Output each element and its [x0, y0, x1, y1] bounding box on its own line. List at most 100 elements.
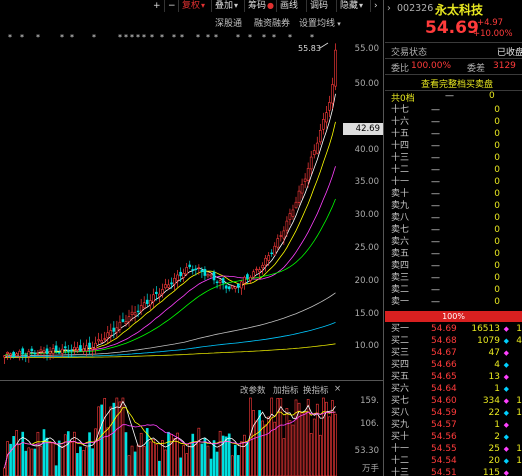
candle-body	[188, 264, 192, 268]
edit-params-button[interactable]: 改参数	[240, 384, 266, 396]
axis-label: 40.00	[354, 145, 379, 155]
candle-body	[151, 294, 155, 302]
total-levels-sep: —	[445, 91, 454, 101]
candle-body	[73, 346, 76, 350]
volume-bar	[151, 439, 155, 476]
buy-level-row[interactable]: 十三 54.51 115 ◆	[385, 467, 522, 476]
candle-body	[12, 351, 15, 357]
volume-bar	[94, 428, 97, 476]
volume-bar	[176, 432, 179, 476]
volume-bar	[54, 465, 58, 476]
scroll-right-icon[interactable]: ›	[370, 0, 381, 12]
status-label: 交易状态	[391, 48, 428, 58]
volume-bar	[206, 445, 210, 476]
event-star-icon: *	[20, 33, 24, 42]
candle-body	[240, 281, 243, 289]
volume-bar	[3, 467, 6, 476]
volume-chart[interactable]	[0, 396, 340, 476]
candle-body	[258, 269, 261, 273]
candle-body	[203, 269, 207, 276]
event-star-icon: *	[150, 33, 154, 42]
candle-body	[285, 220, 289, 231]
high-marker: 55.83	[298, 42, 329, 53]
status-value: 已收盘	[497, 48, 522, 58]
candle-body	[322, 119, 325, 130]
candle-body	[51, 348, 55, 354]
axis-label: 30.00	[354, 210, 379, 220]
event-star-icon: *	[136, 33, 140, 42]
volume-bar	[300, 412, 304, 476]
volume-bar	[27, 447, 31, 476]
level-marker-icon: ◆	[503, 469, 509, 476]
volume-bar	[142, 446, 146, 476]
candle-body	[255, 268, 258, 271]
chips-button[interactable]: 筹码●	[244, 0, 277, 12]
candle-body	[218, 280, 222, 283]
volume-bar	[182, 445, 185, 476]
candle-body	[309, 156, 313, 170]
hide-dropdown[interactable]: 隐藏▾	[336, 0, 366, 12]
candle-body	[273, 245, 277, 256]
chart-panel[interactable]: + − 复权▾ 叠加▾ 筹码● 画线 调码 隐藏▾ › 深股通 融资融券 设置均…	[0, 0, 383, 476]
volume-bar	[70, 442, 73, 476]
candle-body	[42, 350, 46, 353]
candle-body	[139, 305, 143, 312]
volume-bar	[288, 420, 292, 476]
candle-body	[145, 299, 149, 304]
close-indicator-icon[interactable]: ×	[334, 384, 341, 394]
hide-label: 隐藏	[340, 1, 359, 11]
fq-dropdown[interactable]: 复权▾	[178, 0, 208, 12]
stock-code: 002326	[397, 3, 434, 14]
panel-splitter[interactable]	[383, 0, 384, 476]
overlay-dropdown[interactable]: 叠加▾	[211, 0, 241, 12]
total-levels-label: 共0档	[391, 94, 415, 104]
chips-label: 筹码	[248, 1, 267, 11]
candle-body	[66, 350, 70, 352]
candle-body	[267, 255, 270, 261]
full-orderbook-link[interactable]: 查看完整档买卖盘	[421, 77, 493, 90]
candle-body	[318, 130, 322, 143]
candle-body	[170, 282, 173, 285]
candle-body	[212, 271, 216, 281]
zoom-in-button[interactable]: +	[150, 0, 164, 12]
volume-bar	[36, 431, 40, 476]
event-star-icon: *	[236, 33, 240, 42]
candle-body	[94, 342, 97, 349]
volume-bar	[60, 445, 64, 476]
event-star-icon: *	[172, 33, 176, 42]
volume-bar	[73, 431, 76, 476]
candle-body	[185, 267, 189, 275]
candle-body	[291, 209, 295, 217]
swap-indicator-button[interactable]: 换指标	[303, 384, 329, 396]
add-indicator-button[interactable]: 加指标	[273, 384, 299, 396]
close-panel-icon[interactable]: ›	[387, 3, 391, 14]
tiaoban-button[interactable]: 调码	[306, 0, 331, 12]
candle-body	[303, 178, 307, 182]
candle-body	[233, 286, 237, 289]
level-label: 十三	[391, 468, 410, 476]
dropdown-arrow-icon: ▾	[234, 1, 239, 10]
volume-bar	[100, 404, 103, 476]
sell-level-row[interactable]: 卖一 — 0	[385, 296, 522, 309]
volume-bar	[139, 432, 143, 476]
event-star-icon: *	[124, 33, 128, 42]
volume-bar	[197, 427, 201, 476]
candle-body	[57, 352, 61, 354]
event-star-icon: *	[272, 33, 276, 42]
candle-body	[158, 293, 161, 297]
kline-chart[interactable]: * * * * * * * * * * * * * * * * * * * * * * * * 55.83	[0, 28, 340, 378]
volume-bar	[267, 416, 270, 476]
candle-body	[282, 230, 286, 239]
candle-body	[63, 346, 67, 349]
volume-bar	[170, 434, 173, 476]
event-star-icon: *	[288, 33, 292, 42]
zoom-out-button[interactable]: −	[164, 0, 179, 12]
axis-label: 55.00	[354, 44, 379, 54]
candle-body	[197, 267, 201, 269]
candle-body	[237, 283, 240, 288]
draw-button[interactable]: 画线	[276, 0, 301, 12]
event-star-icon: *	[262, 33, 266, 42]
axis-label: 10.00	[354, 341, 379, 351]
candlesticks	[3, 43, 337, 364]
candle-body	[45, 348, 49, 354]
